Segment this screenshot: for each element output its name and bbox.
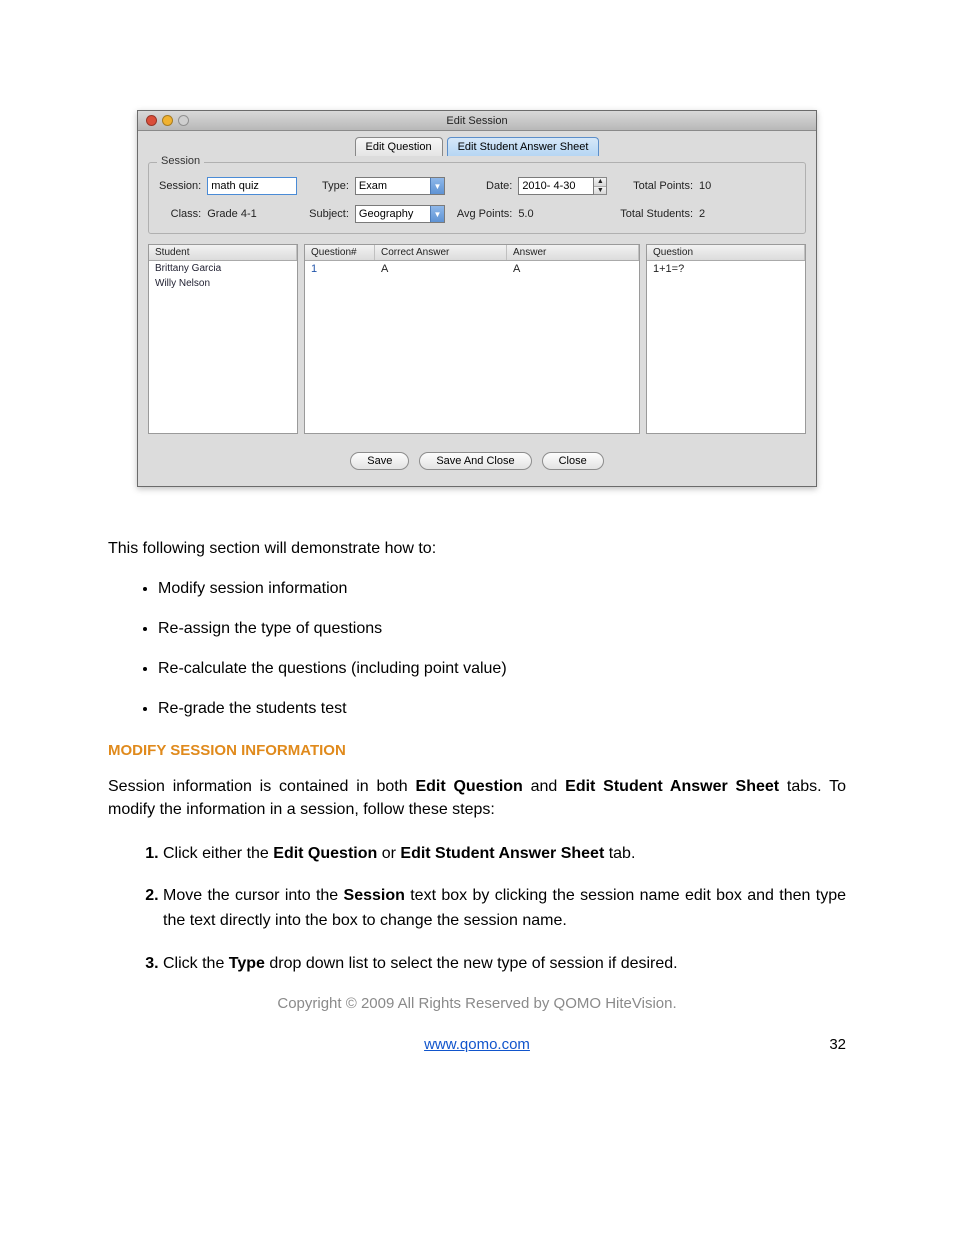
- close-window-button[interactable]: [146, 115, 157, 126]
- date-input[interactable]: [518, 177, 594, 195]
- intro-text: This following section will demonstrate …: [108, 537, 846, 560]
- avgpoints-label: Avg Points:: [457, 208, 512, 220]
- step-item: Move the cursor into the Session text bo…: [163, 884, 846, 934]
- table-row[interactable]: 1 A A: [305, 261, 639, 277]
- save-and-close-button[interactable]: Save And Close: [419, 452, 531, 470]
- subject-label: Subject:: [309, 208, 349, 220]
- page-number: 32: [829, 1036, 846, 1053]
- minimize-window-button[interactable]: [162, 115, 173, 126]
- totalpoints-label: Total Points:: [620, 180, 693, 192]
- bullet-item: Modify session information: [158, 580, 846, 598]
- student-list[interactable]: Student Brittany Garcia Willy Nelson: [148, 244, 298, 434]
- col-correct-answer: Correct Answer: [375, 245, 507, 260]
- website-link[interactable]: www.qomo.com: [424, 1036, 530, 1053]
- student-header: Student: [149, 245, 297, 260]
- tabs: Edit Question Edit Student Answer Sheet: [138, 131, 816, 156]
- list-item[interactable]: Willy Nelson: [149, 276, 297, 291]
- window-titlebar[interactable]: Edit Session: [138, 111, 816, 131]
- totalpoints-value: 10: [699, 180, 795, 192]
- question-text: 1+1=?: [647, 261, 805, 277]
- save-button[interactable]: Save: [350, 452, 409, 470]
- bullet-item: Re-assign the type of questions: [158, 620, 846, 638]
- step-item: Click the Type drop down list to select …: [163, 952, 846, 977]
- totalstudents-label: Total Students:: [620, 208, 693, 220]
- question-preview: Question 1+1=?: [646, 244, 806, 434]
- bullet-item: Re-grade the students test: [158, 700, 846, 718]
- col-questionnum: Question#: [305, 245, 375, 260]
- date-label: Date:: [457, 180, 512, 192]
- col-question: Question: [647, 245, 805, 260]
- session-group-legend: Session: [157, 155, 204, 167]
- col-answer: Answer: [507, 245, 639, 260]
- chevron-down-icon[interactable]: ▼: [430, 178, 444, 194]
- avgpoints-value: 5.0: [518, 208, 614, 220]
- copyright-footer: Copyright © 2009 All Rights Reserved by …: [108, 995, 846, 1012]
- tab-edit-question[interactable]: Edit Question: [355, 137, 443, 156]
- close-button[interactable]: Close: [542, 452, 604, 470]
- zoom-window-button[interactable]: [178, 115, 189, 126]
- tab-edit-student-answer-sheet[interactable]: Edit Student Answer Sheet: [447, 137, 600, 156]
- class-label: Class:: [159, 208, 201, 220]
- list-item[interactable]: Brittany Garcia: [149, 261, 297, 276]
- session-label: Session:: [159, 180, 201, 192]
- class-value: Grade 4-1: [207, 208, 303, 220]
- answer-table[interactable]: Question# Correct Answer Answer 1 A A: [304, 244, 640, 434]
- totalstudents-value: 2: [699, 208, 795, 220]
- edit-session-window: Edit Session Edit Question Edit Student …: [137, 110, 817, 487]
- date-stepper[interactable]: ▲▼: [594, 177, 607, 195]
- section-paragraph: Session information is contained in both…: [108, 775, 846, 821]
- type-label: Type:: [309, 180, 349, 192]
- chevron-down-icon[interactable]: ▼: [430, 206, 444, 222]
- lists-area: Student Brittany Garcia Willy Nelson Que…: [148, 244, 806, 434]
- window-title: Edit Session: [138, 115, 816, 127]
- section-heading: MODIFY SESSION INFORMATION: [108, 742, 846, 759]
- session-group: Session Session: Type: ▼ Date:: [148, 162, 806, 234]
- button-row: Save Save And Close Close: [138, 434, 816, 486]
- step-item: Click either the Edit Question or Edit S…: [163, 842, 846, 867]
- bullet-item: Re-calculate the questions (including po…: [158, 660, 846, 678]
- session-input[interactable]: [207, 177, 297, 195]
